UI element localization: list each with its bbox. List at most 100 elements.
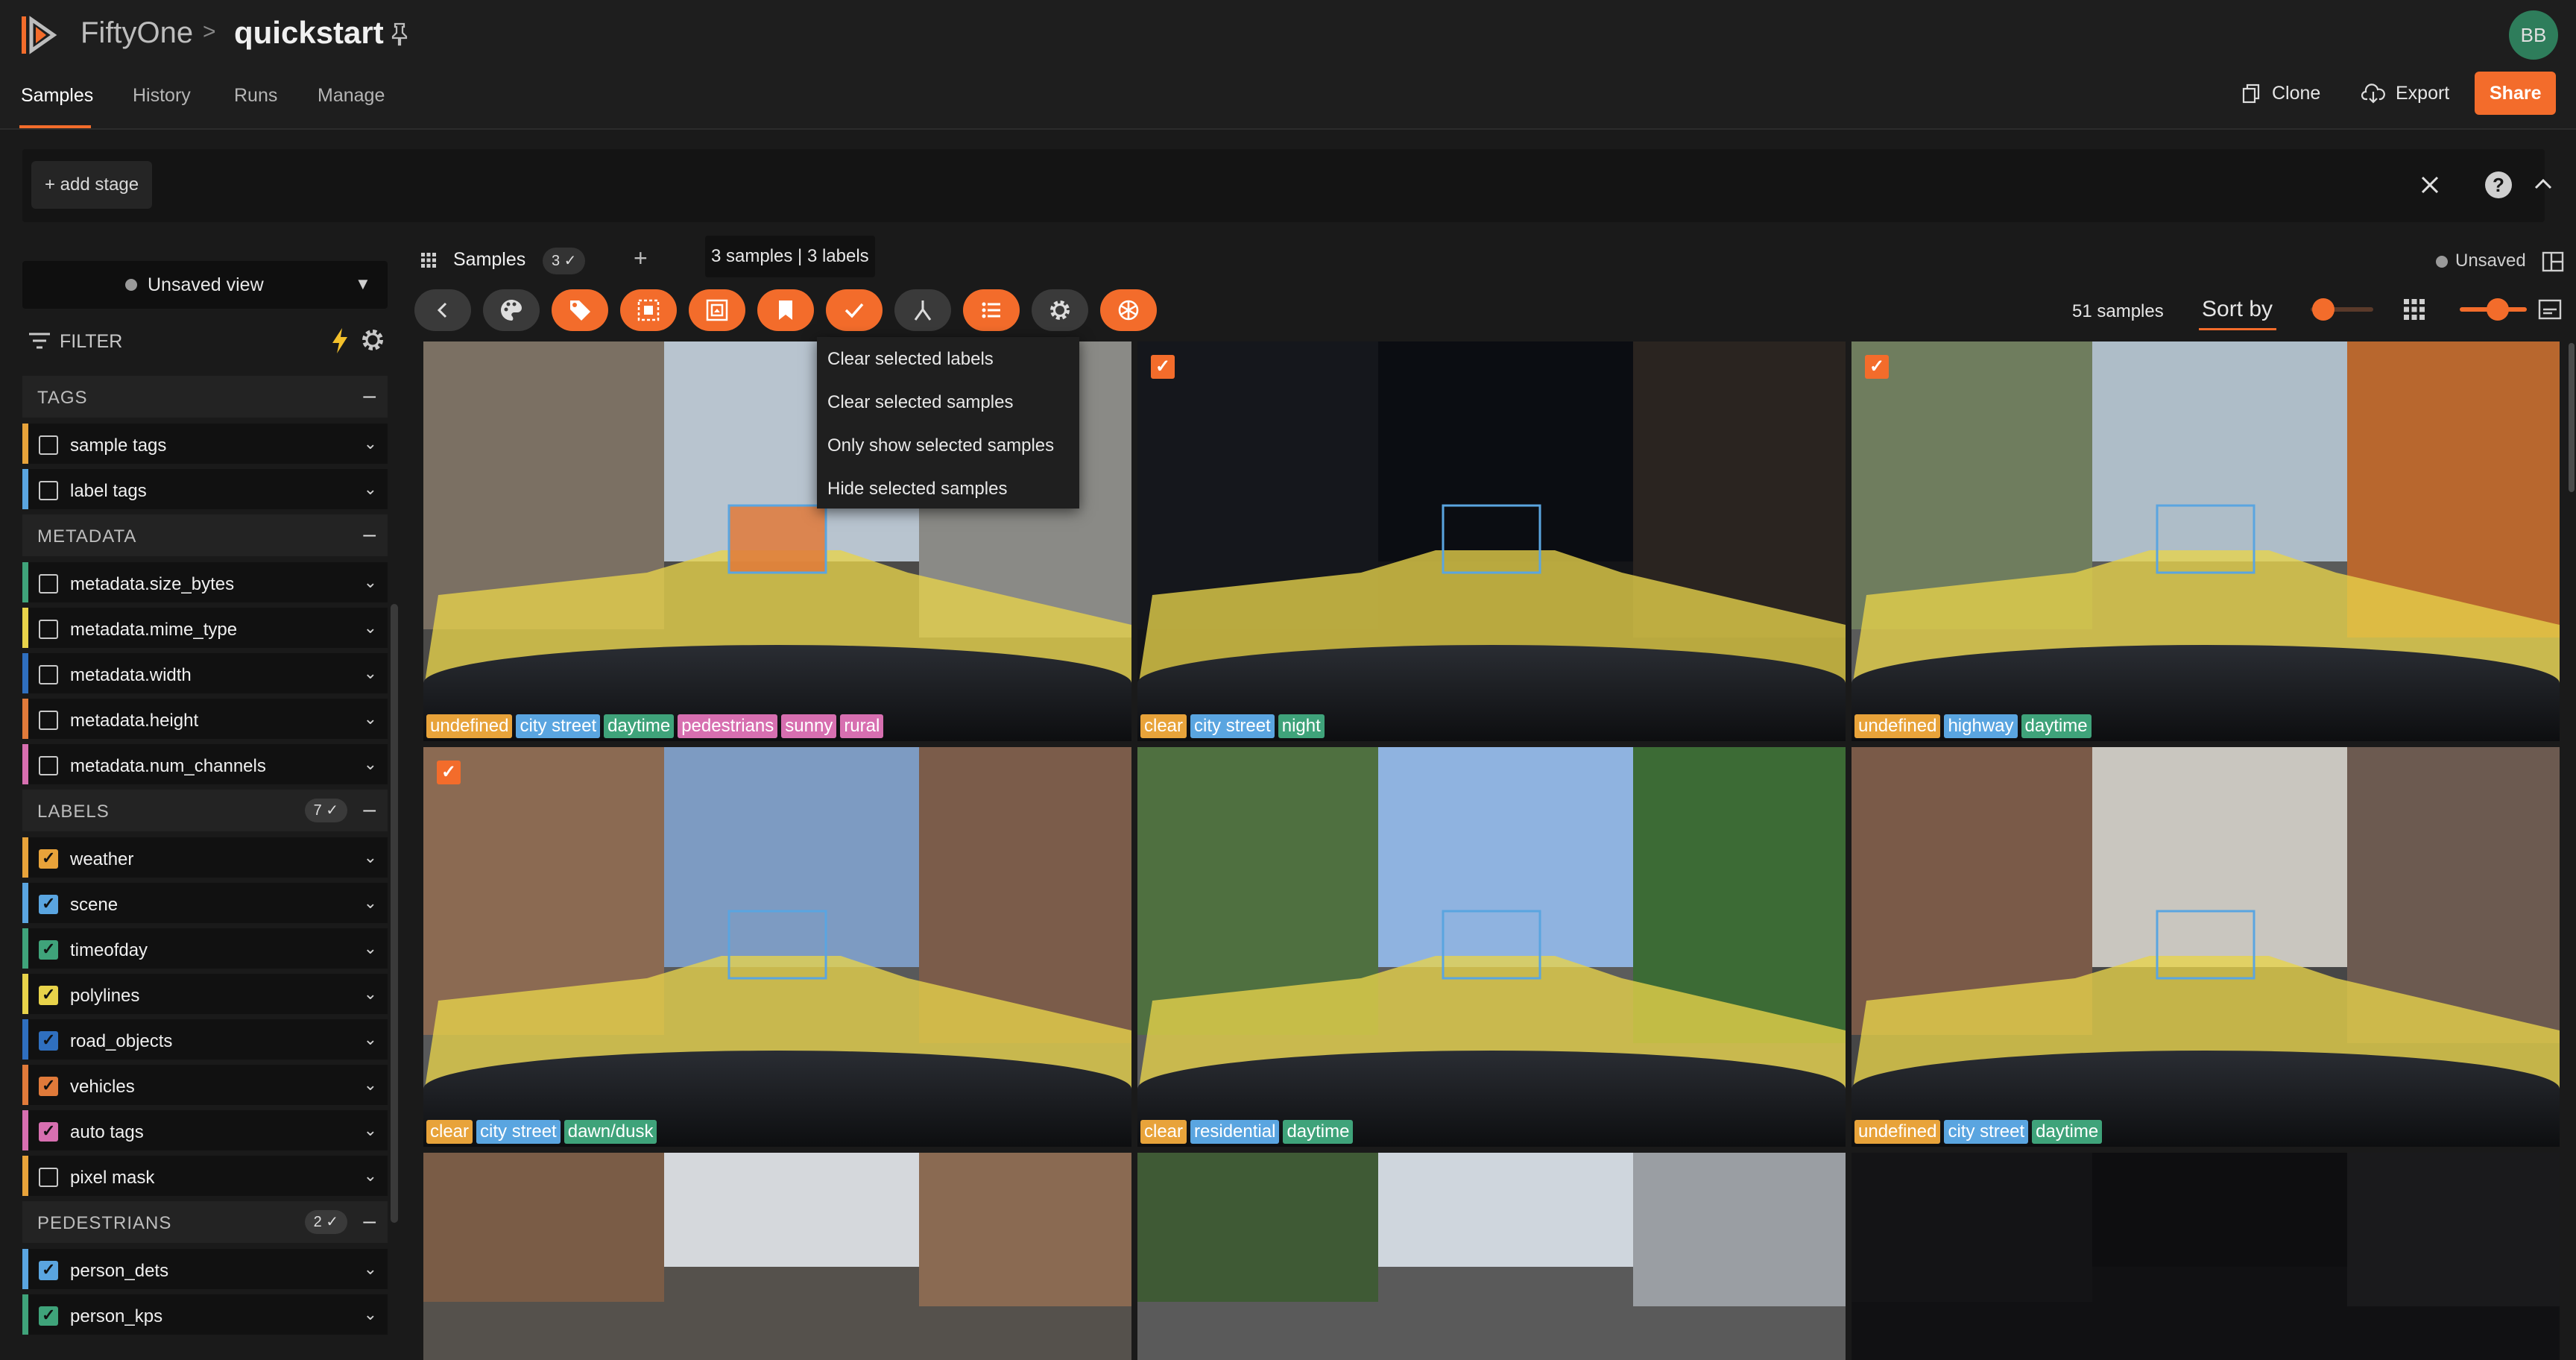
user-avatar[interactable]: BB	[2509, 10, 2558, 60]
sidebar-section-metadata[interactable]: METADATA –	[22, 514, 388, 556]
sort-by-button[interactable]: Sort by	[2202, 297, 2273, 322]
field-checkbox[interactable]	[39, 574, 58, 594]
back-button[interactable]	[414, 289, 471, 331]
sidebar-field-row[interactable]: auto tags ⌄	[22, 1109, 388, 1150]
field-checkbox[interactable]	[39, 939, 58, 960]
sidebar-field-row[interactable]: person_kps ⌄	[22, 1293, 388, 1335]
collapse-icon[interactable]: –	[363, 522, 376, 547]
ai-button[interactable]	[1100, 289, 1157, 331]
save-view-button[interactable]	[757, 289, 814, 331]
field-checkbox[interactable]	[39, 1030, 58, 1051]
chevron-down-icon[interactable]: ⌄	[364, 1166, 377, 1186]
field-checkbox[interactable]	[39, 894, 58, 914]
field-checkbox[interactable]	[39, 435, 58, 455]
sidebar-field-row[interactable]: polylines ⌄	[22, 972, 388, 1014]
field-checkbox[interactable]	[39, 620, 58, 639]
sample-selected-checkbox[interactable]: ✓	[1151, 355, 1175, 379]
chevron-up-icon[interactable]	[2530, 170, 2557, 197]
sample-selected-checkbox[interactable]: ✓	[1865, 355, 1889, 379]
sample-tile[interactable]: undefined city street daytime	[1852, 747, 2560, 1147]
sidebar-field-row[interactable]: weather ⌄	[22, 836, 388, 878]
help-icon[interactable]: ?	[2485, 171, 2512, 198]
sidebar-field-row[interactable]: vehicles ⌄	[22, 1063, 388, 1105]
view-selector[interactable]: Unsaved view ▼	[22, 261, 388, 309]
menu-item-clear-labels[interactable]: Clear selected labels	[827, 349, 994, 370]
field-checkbox[interactable]	[39, 1168, 58, 1187]
thumbnail-size-slider-knob[interactable]	[2312, 298, 2334, 321]
gear-icon[interactable]	[359, 327, 386, 353]
sidebar-section-labels[interactable]: LABELS 7 ✓ –	[22, 790, 388, 831]
menu-item-hide-selected[interactable]: Hide selected samples	[827, 479, 1007, 500]
field-checkbox[interactable]	[39, 985, 58, 1005]
export-button[interactable]: Export	[2346, 72, 2464, 115]
grid-view-icon[interactable]	[2402, 297, 2427, 322]
chevron-down-icon[interactable]: ⌄	[364, 1030, 377, 1049]
app-name[interactable]: FiftyOne	[80, 16, 193, 50]
chevron-down-icon[interactable]: ⌄	[364, 1075, 377, 1095]
chevron-down-icon[interactable]: ⌄	[364, 1121, 377, 1140]
sample-tile[interactable]: clear residential daytime	[1137, 747, 1846, 1147]
chevron-down-icon[interactable]: ⌄	[364, 1305, 377, 1324]
sidebar-field-row[interactable]: person_dets ⌄	[22, 1247, 388, 1289]
chevron-down-icon[interactable]: ⌄	[364, 573, 377, 592]
sidebar-field-row[interactable]: metadata.mime_type ⌄	[22, 606, 388, 648]
view-stage-bar[interactable]: + add stage ?	[22, 149, 2545, 222]
chevron-down-icon[interactable]: ⌄	[364, 984, 377, 1004]
chevron-down-icon[interactable]: ⌄	[364, 1259, 377, 1279]
chevron-down-icon[interactable]: ⌄	[364, 755, 377, 774]
chevron-down-icon[interactable]: ⌄	[364, 893, 377, 913]
sidebar-field-row[interactable]: metadata.width ⌄	[22, 652, 388, 693]
menu-item-clear-samples[interactable]: Clear selected samples	[827, 392, 1013, 413]
expand-icon[interactable]	[2537, 297, 2563, 322]
field-checkbox[interactable]	[39, 665, 58, 684]
sidebar-field-row[interactable]: metadata.height ⌄	[22, 697, 388, 739]
sidebar-field-row[interactable]: scene ⌄	[22, 881, 388, 923]
tab-samples[interactable]: Samples	[21, 85, 93, 107]
chevron-down-icon[interactable]: ⌄	[364, 479, 377, 499]
field-checkbox[interactable]	[39, 1121, 58, 1142]
tag-button[interactable]	[552, 289, 608, 331]
sample-tile[interactable]: ✓ clear city street dawn/dusk	[423, 747, 1131, 1147]
sample-tile[interactable]: ✓ clear city street night	[1137, 341, 1846, 741]
sample-tile[interactable]	[1137, 1153, 1846, 1360]
add-stage-button[interactable]: + add stage	[31, 161, 153, 209]
sidebar-section-pedestrians[interactable]: PEDESTRIANS 2 ✓ –	[22, 1201, 388, 1243]
chevron-down-icon[interactable]: ⌄	[364, 709, 377, 728]
tab-samples-panel[interactable]: Samples	[453, 249, 525, 271]
tab-manage[interactable]: Manage	[318, 85, 385, 107]
patches-button[interactable]	[894, 289, 951, 331]
collapse-icon[interactable]: –	[363, 797, 376, 822]
field-checkbox[interactable]	[39, 1076, 58, 1096]
chevron-down-icon[interactable]: ⌄	[364, 664, 377, 683]
operators-button[interactable]	[963, 289, 1020, 331]
tab-runs[interactable]: Runs	[234, 85, 277, 107]
select-labels-button[interactable]	[620, 289, 677, 331]
sample-selected-checkbox[interactable]: ✓	[437, 761, 461, 784]
chevron-down-icon[interactable]: ⌄	[364, 848, 377, 867]
sidebar-scrollbar[interactable]	[391, 604, 398, 1223]
field-checkbox[interactable]	[39, 1260, 58, 1280]
sample-tile[interactable]	[423, 1153, 1131, 1360]
sidebar-field-row[interactable]: sample tags ⌄	[22, 422, 388, 464]
collapse-icon[interactable]: –	[363, 383, 376, 409]
chevron-down-icon[interactable]: ⌄	[364, 434, 377, 453]
field-checkbox[interactable]	[39, 756, 58, 775]
share-button[interactable]: Share	[2475, 72, 2557, 115]
menu-item-only-show-selected[interactable]: Only show selected samples	[827, 435, 1054, 456]
sidebar-field-row[interactable]: metadata.size_bytes ⌄	[22, 561, 388, 602]
fiftyone-logo-icon[interactable]	[19, 13, 63, 57]
field-checkbox[interactable]	[39, 711, 58, 730]
selected-count-badge[interactable]: 3 ✓	[543, 248, 586, 274]
chevron-down-icon[interactable]: ⌄	[364, 939, 377, 958]
settings-button[interactable]	[1032, 289, 1088, 331]
dataset-name[interactable]: quickstart	[234, 15, 384, 51]
field-checkbox[interactable]	[39, 481, 58, 500]
section-count-badge[interactable]: 2 ✓	[304, 1210, 347, 1234]
crop-button[interactable]	[689, 289, 745, 331]
clone-button[interactable]: Clone	[2226, 72, 2335, 115]
grid-scrollbar[interactable]	[2569, 343, 2575, 492]
lightning-bolt-icon[interactable]	[328, 327, 352, 355]
sidebar-field-row[interactable]: pixel mask ⌄	[22, 1154, 388, 1196]
sidebar-field-row[interactable]: road_objects ⌄	[22, 1018, 388, 1060]
color-scheme-button[interactable]	[483, 289, 540, 331]
